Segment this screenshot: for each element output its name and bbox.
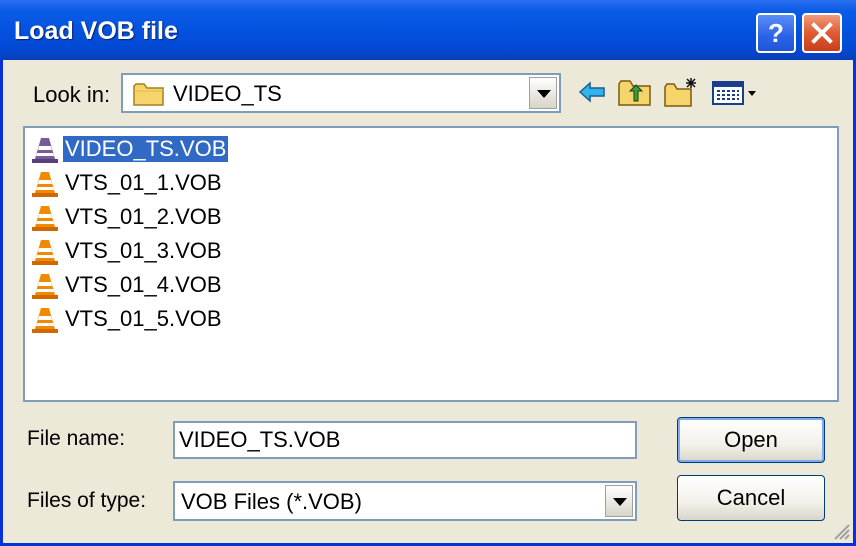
file-name-input[interactable]: VIDEO_TS.VOB xyxy=(173,421,637,459)
file-name-value: VIDEO_TS.VOB xyxy=(179,427,341,452)
folder-icon xyxy=(133,83,164,106)
vlc-cone-icon xyxy=(32,240,58,265)
file-type-label: Files of type: xyxy=(27,489,147,512)
file-type-dropdown-button[interactable] xyxy=(605,485,633,517)
file-type-dropdown[interactable]: VOB Files (*.VOB) xyxy=(173,481,637,521)
file-name: VTS_01_1.VOB xyxy=(65,170,222,195)
look-in-dropdown[interactable]: VIDEO_TS xyxy=(121,73,561,113)
file-name: VTS_01_5.VOB xyxy=(65,306,222,331)
back-icon[interactable] xyxy=(574,76,610,108)
vlc-cone-icon xyxy=(32,274,58,299)
vlc-cone-icon xyxy=(32,308,58,333)
help-icon: ? xyxy=(768,18,784,48)
file-name: VTS_01_3.VOB xyxy=(65,238,222,263)
file-name-label: File name: xyxy=(27,427,126,450)
window-title: Load VOB file xyxy=(14,17,178,45)
vlc-cone-icon xyxy=(32,206,58,231)
new-folder-icon[interactable] xyxy=(663,76,699,108)
file-list[interactable]: VIDEO_TS.VOB VTS_01_1.VOB VTS_01_2.VOB V… xyxy=(23,126,839,402)
look-in-label: Look in: xyxy=(33,82,111,107)
resize-grip-icon[interactable] xyxy=(829,519,851,541)
chevron-down-icon xyxy=(537,90,551,98)
open-button[interactable]: Open xyxy=(677,417,825,463)
view-menu-icon[interactable] xyxy=(711,76,761,108)
file-name: VTS_01_2.VOB xyxy=(65,204,222,229)
file-name: VTS_01_4.VOB xyxy=(65,272,222,297)
vlc-cone-icon xyxy=(32,138,58,163)
look-in-value: VIDEO_TS xyxy=(173,81,282,106)
title-bar[interactable]: Load VOB file ? xyxy=(0,0,856,60)
up-folder-icon[interactable] xyxy=(617,76,653,108)
load-vob-dialog: Load VOB file ? Look in: VIDEO_TS VIDEO_… xyxy=(0,0,856,546)
chevron-down-icon xyxy=(613,498,627,506)
file-type-value: VOB Files (*.VOB) xyxy=(181,489,362,514)
help-button[interactable]: ? xyxy=(756,13,796,53)
look-in-dropdown-button[interactable] xyxy=(529,77,557,109)
close-icon xyxy=(811,22,833,44)
cancel-button[interactable]: Cancel xyxy=(677,475,825,521)
file-name: VIDEO_TS.VOB xyxy=(63,136,229,162)
vlc-cone-icon xyxy=(32,172,58,197)
close-button[interactable] xyxy=(802,13,842,53)
